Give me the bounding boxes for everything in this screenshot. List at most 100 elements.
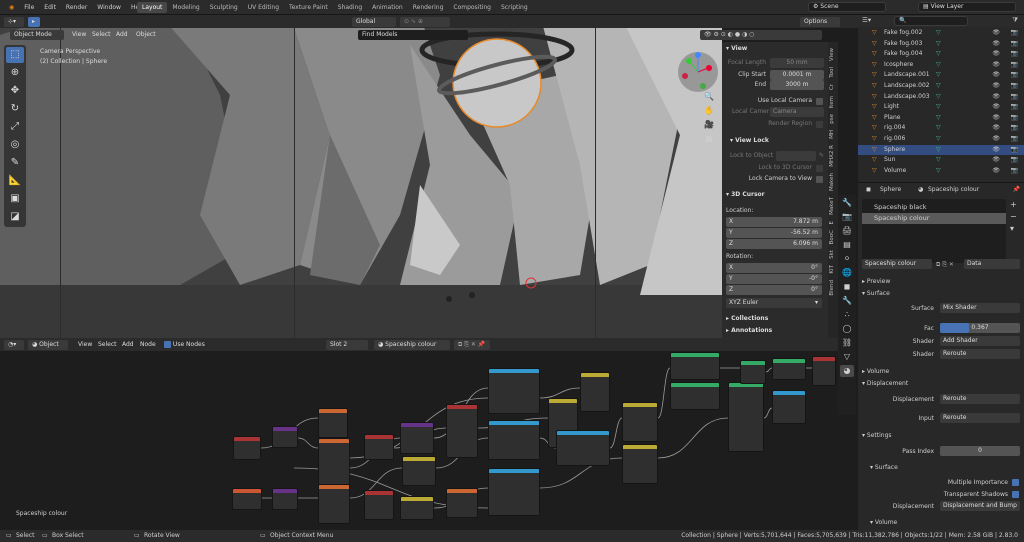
- menu-select[interactable]: Select: [88, 30, 115, 40]
- shader-node[interactable]: [400, 496, 434, 520]
- slot-selector[interactable]: Slot 2: [326, 340, 368, 350]
- displacement-method-selector[interactable]: Displacement and Bump: [940, 501, 1020, 511]
- remove-slot-icon[interactable]: −: [1010, 211, 1020, 223]
- shader-node[interactable]: [272, 488, 298, 510]
- render-camera-icon[interactable]: 📷: [1011, 28, 1018, 39]
- lock-camera-row[interactable]: Lock Camera to View: [722, 174, 828, 184]
- shader-node[interactable]: [400, 422, 434, 454]
- shader-node[interactable]: [772, 358, 806, 380]
- render-camera-icon[interactable]: 📷: [1011, 49, 1018, 60]
- material-selector[interactable]: Spaceship colour: [862, 259, 932, 269]
- cursor-tool-icon[interactable]: ⊕: [6, 65, 24, 81]
- rotation-mode-row[interactable]: XYZ Euler ▾: [722, 298, 828, 308]
- mode-selector[interactable]: Object Mode: [10, 30, 64, 40]
- render-props-icon[interactable]: 📷: [840, 211, 854, 223]
- cursor-x-row[interactable]: X 7.872 m: [722, 217, 828, 227]
- lock-3d-cursor-row[interactable]: Lock to 3D Cursor: [722, 163, 828, 173]
- render-camera-icon[interactable]: 📷: [1011, 145, 1018, 156]
- constraints-props-icon[interactable]: ⛓: [840, 337, 854, 349]
- rot-z-row[interactable]: Z 0°: [722, 285, 828, 295]
- zoom-icon[interactable]: 🔍: [702, 92, 716, 106]
- render-camera-icon[interactable]: 📷: [1011, 60, 1018, 71]
- volume-sub-header[interactable]: ▾ Volume: [858, 517, 1024, 528]
- transparent-shadows-checkbox[interactable]: [1012, 491, 1019, 498]
- eyedropper-icon[interactable]: ✎: [819, 151, 824, 161]
- tab-sculpting[interactable]: Sculpting: [205, 2, 243, 13]
- outliner-row[interactable]: ▽ rig.004 ▽ 👁 📷: [858, 123, 1024, 134]
- menu-add[interactable]: Add: [112, 30, 132, 40]
- render-camera-icon[interactable]: 📷: [1011, 102, 1018, 113]
- displacement-panel-header[interactable]: ▾ Displacement: [858, 378, 1024, 389]
- sidebar-tab-mh[interactable]: MH: [829, 130, 835, 139]
- multiple-importance-row[interactable]: Multiple Importance: [858, 477, 1024, 488]
- input-selector[interactable]: Reroute: [940, 413, 1020, 423]
- move-tool-icon[interactable]: ✥: [6, 83, 24, 99]
- lock-camera-checkbox[interactable]: [816, 176, 823, 183]
- menu-file[interactable]: File: [19, 3, 39, 12]
- visibility-eye-icon[interactable]: 👁: [992, 155, 1000, 166]
- use-nodes-checkbox[interactable]: [164, 341, 171, 348]
- ne-menu-view[interactable]: View: [74, 340, 96, 350]
- data-props-icon[interactable]: ▽: [840, 351, 854, 363]
- collections-header[interactable]: ▸ Collections: [722, 314, 828, 324]
- 3d-cursor-header[interactable]: ▾ 3D Cursor: [722, 190, 828, 200]
- transform-tool-icon[interactable]: ◎: [6, 137, 24, 153]
- sidebar-tab-view[interactable]: View: [829, 48, 835, 61]
- menu-view[interactable]: View: [68, 30, 90, 40]
- sidebar-tab-blend[interactable]: Blend: [829, 280, 835, 296]
- tab-texture-paint[interactable]: Texture Paint: [284, 2, 333, 13]
- sidebar-tab-kit[interactable]: KIT: [829, 265, 835, 274]
- tab-shading[interactable]: Shading: [333, 2, 367, 13]
- sidebar-tab-maket[interactable]: MakeT: [829, 197, 835, 215]
- select-tool-icon[interactable]: ⬚: [6, 47, 24, 63]
- 3d-viewport[interactable]: [0, 15, 722, 338]
- transparent-shadows-row[interactable]: Transparent Shadows: [858, 489, 1024, 500]
- render-camera-icon[interactable]: 📷: [1011, 92, 1018, 103]
- shader-node[interactable]: [622, 444, 658, 484]
- add-slot-icon[interactable]: +: [1010, 199, 1020, 211]
- tab-animation[interactable]: Animation: [367, 2, 408, 13]
- orientation-selector[interactable]: Global: [352, 17, 396, 27]
- visibility-eye-icon[interactable]: 👁: [992, 92, 1000, 103]
- shader-node[interactable]: [622, 402, 658, 442]
- modifier-props-icon[interactable]: 🔧: [840, 295, 854, 307]
- visibility-eye-icon[interactable]: 👁: [992, 145, 1000, 156]
- outliner-row[interactable]: ▽ Sun ▽ 👁 📷: [858, 155, 1024, 166]
- shader-node[interactable]: [364, 434, 394, 460]
- find-models-field[interactable]: Find Models: [358, 30, 468, 40]
- shader-node[interactable]: [488, 368, 540, 414]
- shader-node[interactable]: [446, 404, 478, 458]
- tool-props-icon[interactable]: 🔧: [840, 197, 854, 209]
- visibility-eye-icon[interactable]: 👁: [992, 39, 1000, 50]
- outliner-row[interactable]: ▽ Fake fog.004 ▽ 👁 📷: [858, 49, 1024, 60]
- shader-node[interactable]: [232, 488, 262, 510]
- rotate-tool-icon[interactable]: ↻: [6, 101, 24, 117]
- outliner-row[interactable]: ▽ Icosphere ▽ 👁 📷: [858, 60, 1024, 71]
- slot-spaceship-black[interactable]: Spaceship black: [862, 202, 1006, 213]
- node-material-actions[interactable]: ⧉ ⎘ ✕ 📌: [454, 340, 490, 350]
- shader-node[interactable]: [772, 390, 806, 424]
- visibility-eye-icon[interactable]: 👁: [992, 102, 1000, 113]
- shader-node[interactable]: [740, 360, 766, 384]
- sidebar-tab-mhx2[interactable]: MHX2 R: [829, 145, 835, 167]
- node-editor-type-icon[interactable]: ◔▾: [4, 340, 24, 350]
- navigation-gizmo[interactable]: [676, 50, 720, 94]
- physics-props-icon[interactable]: ◯: [840, 323, 854, 335]
- scene-selector[interactable]: ⚙ Scene: [808, 2, 886, 12]
- render-region-checkbox[interactable]: [816, 121, 823, 128]
- outliner-row[interactable]: ▽ Volume ▽ 👁 📷: [858, 166, 1024, 177]
- render-camera-icon[interactable]: 📷: [1011, 39, 1018, 50]
- pass-index-field[interactable]: 0: [940, 446, 1020, 456]
- fac-slider[interactable]: 0.367: [940, 323, 1020, 333]
- sidebar-tab-tool[interactable]: Tool: [829, 67, 835, 78]
- pivot-snap-icons[interactable]: ⊙ ∿ ⊕: [400, 17, 450, 27]
- sidebar-tab-e[interactable]: E: [829, 221, 835, 224]
- view-panel-header[interactable]: ▾ View: [722, 44, 828, 54]
- material-actions-icons[interactable]: ⧉ ⎘ ✕: [936, 259, 954, 270]
- outliner-row[interactable]: ▽ Fake fog.002 ▽ 👁 📷: [858, 28, 1024, 39]
- rot-y-row[interactable]: Y -0°: [722, 274, 828, 284]
- select-mode-icon[interactable]: ▸: [28, 17, 40, 27]
- view-layer-selector[interactable]: ▤ View Layer: [918, 2, 1016, 12]
- node-material-selector[interactable]: ◕ Spaceship colour: [374, 340, 450, 350]
- sidebar-tab-skt[interactable]: Skt: [829, 250, 835, 259]
